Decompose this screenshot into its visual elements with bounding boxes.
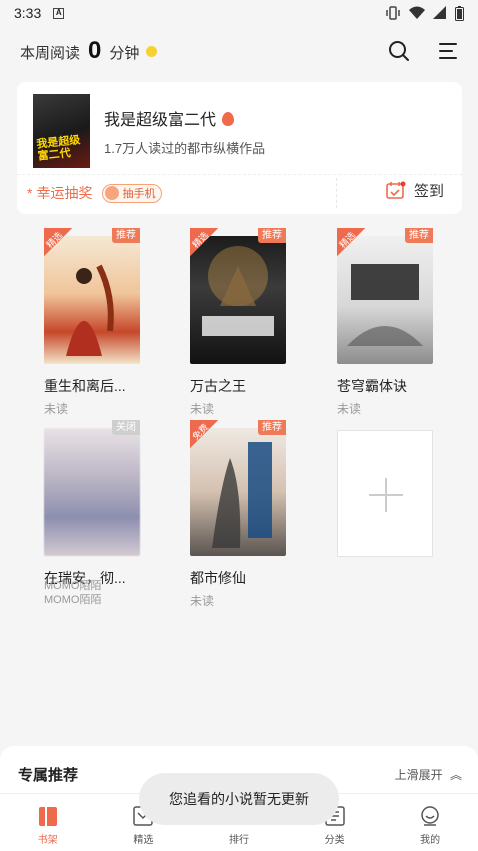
toast-message: 您追看的小说暂无更新 — [139, 773, 339, 825]
chevron-up-icon: ︽ — [449, 768, 462, 782]
coin-icon — [146, 45, 158, 57]
plus-icon-vertical — [385, 478, 387, 512]
corner-text: 免费 — [190, 421, 211, 442]
tab-label: 排行 — [228, 835, 249, 846]
featured-corner-badge: 精选 — [190, 228, 222, 260]
tab-label: 分类 — [324, 835, 345, 846]
featured-title-text: 我是超级富二代 — [104, 112, 217, 129]
sign-in-label: 签到 — [413, 183, 444, 200]
bookshelf-icon — [37, 804, 59, 828]
featured-title[interactable]: 我是超级富二代 — [104, 106, 235, 130]
recommend-tag: 推荐 — [258, 420, 286, 435]
lucky-draw-label: 幸运抽奖 — [36, 185, 93, 201]
ad-close-tag[interactable]: 关闭 — [112, 420, 140, 435]
signal-icon — [433, 6, 446, 19]
read-status: 未读 — [190, 402, 215, 416]
recommend-tag: 推荐 — [112, 228, 140, 243]
menu-icon[interactable] — [438, 42, 458, 60]
notification-badge-icon: A — [53, 7, 65, 19]
featured-corner-badge: 精选 — [44, 228, 76, 260]
calendar-icon — [386, 181, 406, 199]
corner-text: 精选 — [337, 229, 358, 250]
read-status: 未读 — [44, 402, 69, 416]
featured-subtitle: 1.7万人读过的都市纵横作品 — [104, 141, 266, 156]
weekly-reading-prefix: 本周阅读 — [20, 45, 81, 62]
recommend-tag: 推荐 — [405, 228, 433, 243]
add-book-button[interactable] — [337, 430, 433, 557]
book-title: 苍穹霸体诀 — [337, 378, 407, 394]
slot-machine-icon — [105, 186, 120, 200]
lucky-draw-button[interactable]: * 幸运抽奖 抽手机 — [27, 183, 163, 203]
tab-profile[interactable]: 我的 — [382, 794, 478, 851]
tab-label: 我的 — [420, 835, 441, 846]
featured-book-cover[interactable]: 我是超级富二代 — [33, 94, 90, 168]
swipe-expand-label: 上滑展开 — [394, 768, 443, 782]
status-time: 3:33 — [14, 5, 42, 21]
tab-label: 精选 — [133, 835, 154, 846]
vertical-divider — [336, 178, 337, 208]
wifi-icon — [409, 6, 425, 19]
tab-bookshelf[interactable]: 书架 — [0, 794, 96, 851]
battery-icon — [455, 5, 464, 21]
featured-card[interactable]: 我是超级富二代 我是超级富二代 1.7万人读过的都市纵横作品 * 幸运抽奖 抽手… — [17, 82, 462, 214]
star-marker: * — [27, 185, 33, 201]
flame-icon — [222, 112, 235, 126]
status-bar: 3:33 A — [0, 0, 478, 26]
top-bar: 本周阅读 0 分钟 — [0, 30, 478, 72]
read-status: 未读 — [190, 594, 215, 608]
featured-cover-text: 我是超级富二代 — [35, 134, 81, 163]
recommend-title: 专属推荐 — [18, 767, 79, 784]
profile-icon — [419, 804, 441, 828]
book-title: 都市修仙 — [190, 570, 246, 586]
corner-text: 精选 — [44, 229, 65, 250]
search-icon[interactable] — [388, 40, 410, 62]
read-status: 未读 — [337, 402, 362, 416]
weekly-reading-value: 0 — [88, 37, 102, 64]
book-title: 重生和离后... — [44, 378, 126, 394]
ad-source: MOMO陌陌 — [44, 594, 102, 606]
sign-in-button[interactable]: 签到 — [386, 180, 444, 201]
slot-machine-chip[interactable]: 抽手机 — [102, 183, 163, 203]
recommend-tag: 推荐 — [258, 228, 286, 243]
ad-cover[interactable] — [44, 428, 140, 556]
featured-divider — [17, 174, 462, 175]
weekly-reading-unit: 分钟 — [109, 45, 140, 62]
featured-corner-badge: 精选 — [337, 228, 369, 260]
corner-text: 精选 — [190, 229, 211, 250]
vibrate-icon — [386, 6, 400, 20]
slot-machine-label: 抽手机 — [122, 188, 156, 200]
book-title: 万古之王 — [190, 378, 246, 394]
tab-label: 书架 — [37, 835, 58, 846]
free-corner-badge: 免费 — [190, 420, 222, 452]
swipe-expand-hint[interactable]: 上滑展开 ︽ — [395, 766, 462, 783]
weekly-reading: 本周阅读 0 分钟 — [20, 37, 158, 65]
